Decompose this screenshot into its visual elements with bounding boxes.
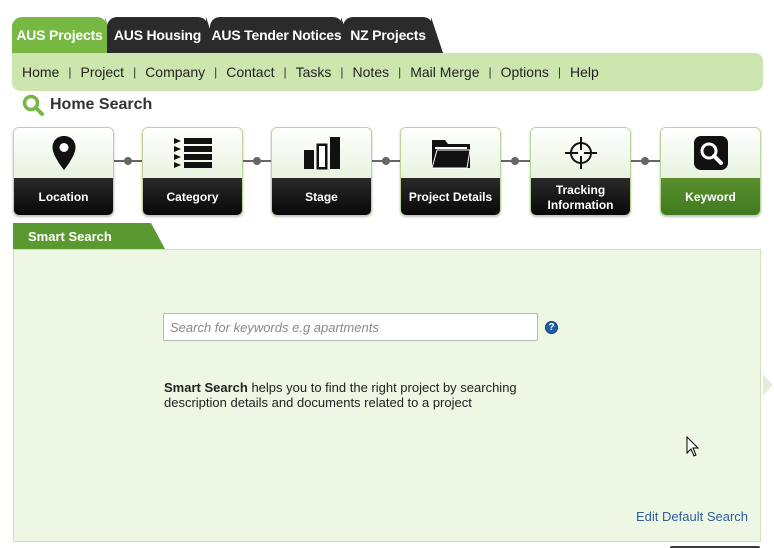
menu-separator: |	[68, 65, 72, 79]
magnifier-icon	[693, 136, 728, 170]
step-stage[interactable]: Stage	[271, 127, 372, 216]
menu-contact[interactable]: Contact	[226, 64, 274, 80]
menu-mail-merge[interactable]: Mail Merge	[410, 64, 479, 80]
menu-separator: |	[488, 65, 492, 79]
location-pin-icon	[52, 136, 75, 170]
smart-search-tab: Smart Search	[13, 223, 165, 249]
menu-separator: |	[283, 65, 287, 79]
tab-label: AUS Tender Notices	[211, 27, 342, 43]
menu-options[interactable]: Options	[501, 64, 549, 80]
step-label: Category	[143, 178, 242, 215]
mouse-cursor-icon	[686, 436, 700, 457]
step-project-details[interactable]: Project Details	[400, 127, 501, 216]
menu-tasks[interactable]: Tasks	[296, 64, 332, 80]
bar-stages-icon	[303, 137, 340, 170]
step-label: Project Details	[401, 178, 500, 215]
tab-label: AUS Projects	[16, 27, 103, 43]
help-icon[interactable]: ?	[545, 321, 558, 334]
menu-separator: |	[398, 65, 402, 79]
tab-aus-housing[interactable]: AUS Housing	[107, 17, 218, 53]
tab-aus-tender-notices[interactable]: AUS Tender Notices	[210, 17, 353, 53]
edit-default-search-link[interactable]: Edit Default Search	[636, 509, 748, 524]
description-bold: Smart Search	[164, 380, 248, 395]
step-location[interactable]: Location	[13, 127, 114, 216]
search-icon	[22, 94, 44, 116]
tab-nz-projects[interactable]: NZ Projects	[343, 17, 443, 53]
side-expand-arrow[interactable]	[763, 374, 773, 396]
step-category[interactable]: Category	[142, 127, 243, 216]
menu-project[interactable]: Project	[80, 64, 124, 80]
menu-help[interactable]: Help	[570, 64, 599, 80]
crosshair-icon	[564, 137, 597, 169]
smart-search-description: Smart Search helps you to find the right…	[164, 380, 544, 410]
tab-aus-projects[interactable]: AUS Projects	[12, 17, 117, 53]
page-title: Home Search	[22, 94, 152, 116]
menu-separator: |	[133, 65, 137, 79]
step-tracking-information[interactable]: Tracking Information	[530, 127, 631, 216]
tab-label: NZ Projects	[350, 27, 426, 43]
menu-home[interactable]: Home	[22, 64, 59, 80]
main-menu: Home | Project | Company | Contact | Tas…	[12, 53, 763, 91]
menu-company[interactable]: Company	[145, 64, 205, 80]
step-keyword[interactable]: Keyword	[660, 127, 761, 216]
menu-separator: |	[557, 65, 561, 79]
search-input[interactable]	[163, 313, 538, 341]
page-title-text: Home Search	[50, 96, 153, 113]
step-label: Keyword	[661, 178, 760, 215]
step-label: Location	[14, 178, 113, 215]
tab-label: AUS Housing	[113, 27, 202, 43]
menu-notes[interactable]: Notes	[353, 64, 390, 80]
step-label: Tracking Information	[531, 178, 630, 215]
menu-separator: |	[340, 65, 344, 79]
smart-search-tab-label: Smart Search	[28, 228, 112, 244]
menu-separator: |	[214, 65, 218, 79]
list-icon	[173, 138, 212, 168]
step-label: Stage	[272, 178, 371, 215]
folder-icon	[430, 140, 471, 169]
